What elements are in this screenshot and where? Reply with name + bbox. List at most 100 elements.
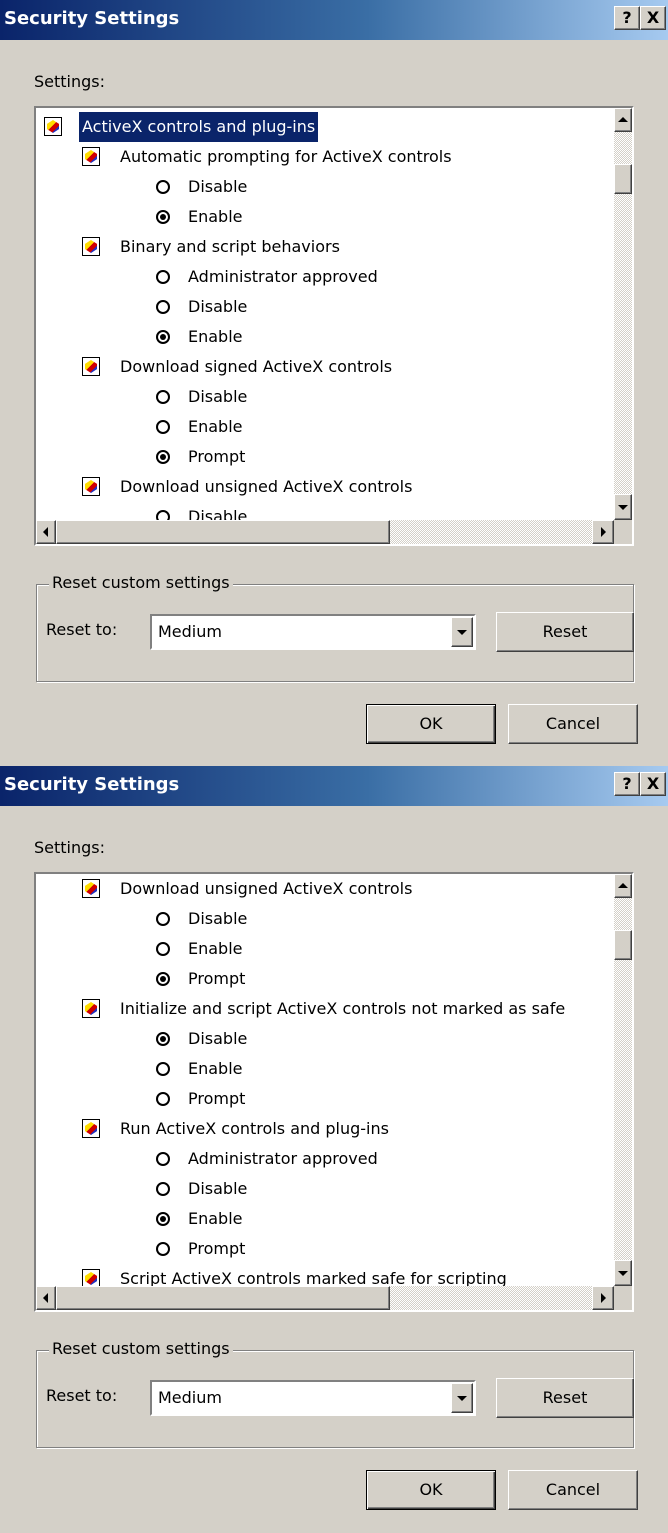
- horizontal-scrollbar[interactable]: [36, 1286, 614, 1310]
- radio-option-label: Disable: [188, 1179, 248, 1198]
- radio-unchecked-icon[interactable]: [156, 300, 170, 314]
- help-button[interactable]: ?: [614, 6, 640, 30]
- settings-item-icon: [82, 1269, 100, 1286]
- radio-checked-icon[interactable]: [156, 1212, 170, 1226]
- arrow-down-icon: [618, 1271, 628, 1276]
- radio-option[interactable]: Prompt: [36, 1084, 614, 1114]
- ok-button[interactable]: OK: [366, 704, 496, 744]
- dropdown-button[interactable]: [451, 1383, 473, 1413]
- radio-option[interactable]: Disable: [36, 502, 614, 520]
- horizontal-scroll-thumb[interactable]: [56, 1286, 390, 1310]
- radio-option-label: Enable: [188, 207, 243, 226]
- settings-tree-content[interactable]: Download unsigned ActiveX controls Disabl…: [36, 874, 614, 1286]
- radio-unchecked-icon[interactable]: [156, 420, 170, 434]
- radio-option-label: Enable: [188, 1209, 243, 1228]
- radio-unchecked-icon[interactable]: [156, 510, 170, 520]
- tree-category[interactable]: ActiveX controls and plug-ins: [36, 111, 614, 143]
- radio-unchecked-icon[interactable]: [156, 1242, 170, 1256]
- radio-option[interactable]: Prompt: [36, 442, 614, 472]
- radio-option[interactable]: Enable: [36, 1054, 614, 1084]
- scroll-right-button[interactable]: [592, 1286, 614, 1310]
- close-button[interactable]: X: [640, 6, 666, 30]
- radio-option-label: Disable: [188, 909, 248, 928]
- scroll-left-button[interactable]: [36, 520, 56, 544]
- reset-to-dropdown[interactable]: Medium: [150, 1380, 476, 1416]
- settings-tree[interactable]: ActiveX controls and plug-ins Automatic p…: [34, 106, 634, 546]
- settings-label: Settings:: [34, 72, 106, 91]
- radio-unchecked-icon[interactable]: [156, 912, 170, 926]
- scroll-up-button[interactable]: [614, 108, 632, 132]
- radio-unchecked-icon[interactable]: [156, 390, 170, 404]
- tree-setting[interactable]: Download unsigned ActiveX controls: [36, 874, 614, 904]
- radio-option-label: Prompt: [188, 447, 246, 466]
- arrow-left-icon: [43, 1293, 48, 1303]
- radio-unchecked-icon[interactable]: [156, 1182, 170, 1196]
- radio-option[interactable]: Prompt: [36, 1234, 614, 1264]
- title-bar[interactable]: Security Settings ? X: [0, 0, 668, 40]
- vertical-scrollbar[interactable]: [614, 874, 632, 1286]
- radio-unchecked-icon[interactable]: [156, 942, 170, 956]
- scrollbar-corner: [614, 1286, 632, 1310]
- group-label: Reset custom settings: [49, 573, 233, 593]
- dropdown-button[interactable]: [451, 617, 473, 647]
- radio-option[interactable]: Enable: [36, 412, 614, 442]
- vertical-scrollbar[interactable]: [614, 108, 632, 520]
- tree-setting[interactable]: Download unsigned ActiveX controls: [36, 472, 614, 502]
- radio-unchecked-icon[interactable]: [156, 270, 170, 284]
- radio-unchecked-icon[interactable]: [156, 1152, 170, 1166]
- radio-checked-icon[interactable]: [156, 1032, 170, 1046]
- scroll-up-button[interactable]: [614, 874, 632, 898]
- radio-option[interactable]: Disable: [36, 904, 614, 934]
- radio-option-label: Disable: [188, 387, 248, 406]
- title-bar[interactable]: Security Settings ? X: [0, 766, 668, 806]
- radio-checked-icon[interactable]: [156, 330, 170, 344]
- settings-tree[interactable]: Download unsigned ActiveX controls Disabl…: [34, 872, 634, 1312]
- ok-button[interactable]: OK: [366, 1470, 496, 1510]
- radio-option[interactable]: Enable: [36, 1204, 614, 1234]
- reset-to-dropdown[interactable]: Medium: [150, 614, 476, 650]
- radio-unchecked-icon[interactable]: [156, 1092, 170, 1106]
- help-button[interactable]: ?: [614, 772, 640, 796]
- tree-setting[interactable]: Script ActiveX controls marked safe for …: [36, 1264, 614, 1286]
- tree-setting[interactable]: Automatic prompting for ActiveX controls: [36, 142, 614, 172]
- scroll-left-button[interactable]: [36, 1286, 56, 1310]
- radio-checked-icon[interactable]: [156, 210, 170, 224]
- radio-option[interactable]: Enable: [36, 934, 614, 964]
- radio-checked-icon[interactable]: [156, 450, 170, 464]
- settings-tree-content[interactable]: ActiveX controls and plug-ins Automatic p…: [36, 108, 614, 520]
- cancel-button[interactable]: Cancel: [508, 1470, 638, 1510]
- horizontal-scrollbar[interactable]: [36, 520, 614, 544]
- tree-setting[interactable]: Download signed ActiveX controls: [36, 352, 614, 382]
- radio-unchecked-icon[interactable]: [156, 1062, 170, 1076]
- vertical-scroll-thumb[interactable]: [614, 930, 632, 960]
- tree-setting[interactable]: Binary and script behaviors: [36, 232, 614, 262]
- settings-item-icon: [82, 147, 100, 166]
- radio-option[interactable]: Administrator approved: [36, 1144, 614, 1174]
- scroll-down-button[interactable]: [614, 1260, 632, 1286]
- radio-option[interactable]: Prompt: [36, 964, 614, 994]
- radio-option[interactable]: Administrator approved: [36, 262, 614, 292]
- radio-checked-icon[interactable]: [156, 972, 170, 986]
- radio-option[interactable]: Enable: [36, 202, 614, 232]
- radio-option-label: Disable: [188, 507, 248, 520]
- settings-item-icon: [82, 1119, 100, 1138]
- radio-option[interactable]: Disable: [36, 1024, 614, 1054]
- scroll-down-button[interactable]: [614, 494, 632, 520]
- scroll-right-button[interactable]: [592, 520, 614, 544]
- close-button[interactable]: X: [640, 772, 666, 796]
- radio-option[interactable]: Disable: [36, 292, 614, 322]
- tree-setting[interactable]: Initialize and script ActiveX controls n…: [36, 994, 614, 1024]
- tree-setting[interactable]: Run ActiveX controls and plug-ins: [36, 1114, 614, 1144]
- reset-button[interactable]: Reset: [496, 1378, 634, 1418]
- radio-option[interactable]: Enable: [36, 322, 614, 352]
- radio-option[interactable]: Disable: [36, 1174, 614, 1204]
- radio-option-label: Enable: [188, 417, 243, 436]
- vertical-scroll-thumb[interactable]: [614, 164, 632, 194]
- reset-button[interactable]: Reset: [496, 612, 634, 652]
- radio-option[interactable]: Disable: [36, 172, 614, 202]
- radio-unchecked-icon[interactable]: [156, 180, 170, 194]
- horizontal-scroll-thumb[interactable]: [56, 520, 390, 544]
- cancel-button[interactable]: Cancel: [508, 704, 638, 744]
- radio-option[interactable]: Disable: [36, 382, 614, 412]
- chevron-down-icon: [457, 1396, 467, 1401]
